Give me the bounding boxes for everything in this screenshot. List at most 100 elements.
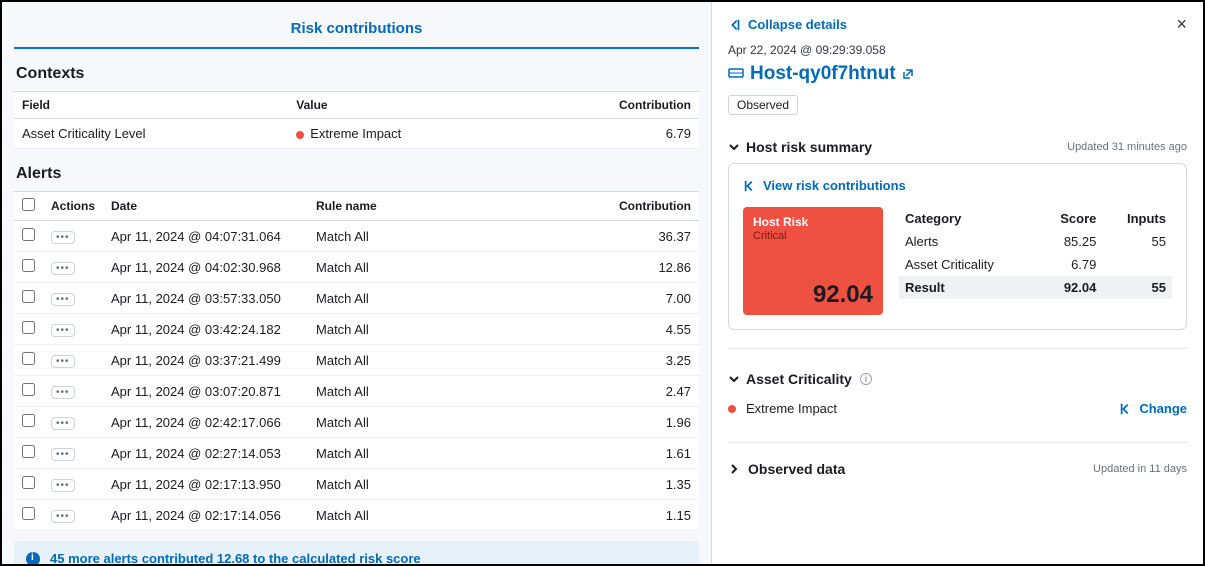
alert-contribution: 36.37 [490,221,699,252]
alert-contribution: 4.55 [490,314,699,345]
alert-rule: Match All [308,438,490,469]
chevron-right-icon [728,463,740,475]
more-alerts-banner: 45 more alerts contributed 12.68 to the … [14,541,699,564]
alert-row-checkbox[interactable] [22,476,35,489]
info-small-icon[interactable]: i [860,373,872,385]
alert-row-checkbox[interactable] [22,414,35,427]
alert-rule: Match All [308,376,490,407]
alerts-header-contribution: Contribution [490,192,699,221]
alert-rule: Match All [308,283,490,314]
change-criticality-button[interactable]: Change [1119,401,1187,416]
alert-rule: Match All [308,221,490,252]
alert-rule: Match All [308,469,490,500]
alert-row: ••• Apr 11, 2024 @ 03:37:21.499Match All3… [14,345,699,376]
more-alerts-link[interactable]: 45 more alerts contributed 12.68 to the … [50,551,421,564]
context-value: Extreme Impact [288,119,526,149]
contexts-table: Field Value Contribution Asset Criticali… [14,91,699,149]
alert-row-checkbox[interactable] [22,352,35,365]
select-all-checkbox[interactable] [22,198,35,211]
collapse-icon [728,18,742,32]
alert-actions-menu[interactable]: ••• [51,448,75,461]
summary-title: Host risk summary [746,139,872,155]
alerts-header-checkbox [14,192,43,221]
chevron-down-icon [728,141,738,153]
alert-actions-menu[interactable]: ••• [51,324,75,337]
view-risk-contributions-button[interactable]: View risk contributions [743,178,1172,193]
alert-row-checkbox[interactable] [22,321,35,334]
contexts-row: Asset Criticality Level Extreme Impact 6… [14,119,699,149]
alert-row-checkbox[interactable] [22,290,35,303]
alert-actions-menu[interactable]: ••• [51,417,75,430]
summary-header-category: Category [899,207,1037,230]
alert-date: Apr 11, 2024 @ 03:42:24.182 [103,314,308,345]
summary-row: Asset Criticality 6.79 [899,253,1172,276]
collapse-details-button[interactable]: Collapse details [728,17,847,32]
details-panel: Collapse details × Apr 22, 2024 @ 09:29:… [712,2,1203,564]
collapse-label: Collapse details [748,17,847,32]
context-field: Asset Criticality Level [14,119,288,149]
close-button[interactable]: × [1176,14,1187,35]
alert-row-checkbox[interactable] [22,228,35,241]
summary-header-score: Score [1037,207,1103,230]
alert-rule: Match All [308,314,490,345]
summary-row: Alerts 85.25 55 [899,230,1172,253]
alert-actions-menu[interactable]: ••• [51,479,75,492]
alert-date: Apr 11, 2024 @ 02:42:17.066 [103,407,308,438]
alert-date: Apr 11, 2024 @ 04:07:31.064 [103,221,308,252]
alert-row-checkbox[interactable] [22,259,35,272]
alert-actions-menu[interactable]: ••• [51,231,75,244]
alert-contribution: 12.86 [490,252,699,283]
alert-actions-menu[interactable]: ••• [51,510,75,523]
alert-row: ••• Apr 11, 2024 @ 03:07:20.871Match All2… [14,376,699,407]
tab-label: Risk contributions [291,20,423,37]
alert-contribution: 2.47 [490,376,699,407]
alerts-header-actions: Actions [43,192,103,221]
contexts-header-field: Field [14,92,288,119]
contexts-header-contribution: Contribution [526,92,699,119]
alert-date: Apr 11, 2024 @ 03:07:20.871 [103,376,308,407]
alert-contribution: 3.25 [490,345,699,376]
info-icon [26,552,40,565]
alert-row: ••• Apr 11, 2024 @ 02:42:17.066Match All1… [14,407,699,438]
risk-contributions-panel: Risk contributions Contexts Field Value … [2,2,712,564]
observed-title: Observed data [748,461,845,477]
alert-date: Apr 11, 2024 @ 02:17:13.950 [103,469,308,500]
alert-row-checkbox[interactable] [22,383,35,396]
alert-contribution: 7.00 [490,283,699,314]
alert-rule: Match All [308,500,490,531]
alert-date: Apr 11, 2024 @ 02:17:14.056 [103,500,308,531]
divider [728,442,1187,443]
alerts-heading: Alerts [2,149,711,191]
asset-crit-title: Asset Criticality [746,371,852,387]
external-link-icon[interactable] [902,68,914,80]
divider [728,348,1187,349]
alert-actions-menu[interactable]: ••• [51,293,75,306]
asset-criticality-toggle[interactable]: Asset Criticality i [728,363,1187,395]
observed-updated: Updated in 11 days [1093,463,1187,475]
alert-row-checkbox[interactable] [22,445,35,458]
chevron-down-icon [728,373,738,385]
alert-actions-menu[interactable]: ••• [51,355,75,368]
alert-row: •••Apr 11, 2024 @ 02:17:14.056Match All1… [14,500,699,531]
alert-actions-menu[interactable]: ••• [51,262,75,275]
alerts-header-rule: Rule name [308,192,490,221]
alert-contribution: 1.96 [490,407,699,438]
detail-timestamp: Apr 22, 2024 @ 09:29:39.058 [728,43,1187,57]
host-name-link[interactable]: Host-qy0f7htnut [750,63,896,85]
alert-row-checkbox[interactable] [22,507,35,520]
risk-summary-card: View risk contributions Host Risk Critic… [728,163,1187,330]
alerts-table: Actions Date Rule name Contribution •••A… [14,191,699,531]
alert-date: Apr 11, 2024 @ 03:57:33.050 [103,283,308,314]
risk-summary-table: Category Score Inputs Alerts 85.25 55 As… [899,207,1172,315]
observed-data-toggle[interactable]: Observed data Updated in 11 days [728,453,1187,485]
alert-date: Apr 11, 2024 @ 04:02:30.968 [103,252,308,283]
host-risk-summary-toggle[interactable]: Host risk summary Updated 31 minutes ago [728,131,1187,163]
alert-row: •••Apr 11, 2024 @ 02:27:14.053Match All1… [14,438,699,469]
risk-contributions-tab[interactable]: Risk contributions [14,14,699,49]
contexts-heading: Contexts [2,49,711,91]
alert-actions-menu[interactable]: ••• [51,386,75,399]
alert-rule: Match All [308,345,490,376]
alert-row: ••• Apr 11, 2024 @ 03:42:24.182Match All4… [14,314,699,345]
alert-rule: Match All [308,407,490,438]
alert-date: Apr 11, 2024 @ 03:37:21.499 [103,345,308,376]
